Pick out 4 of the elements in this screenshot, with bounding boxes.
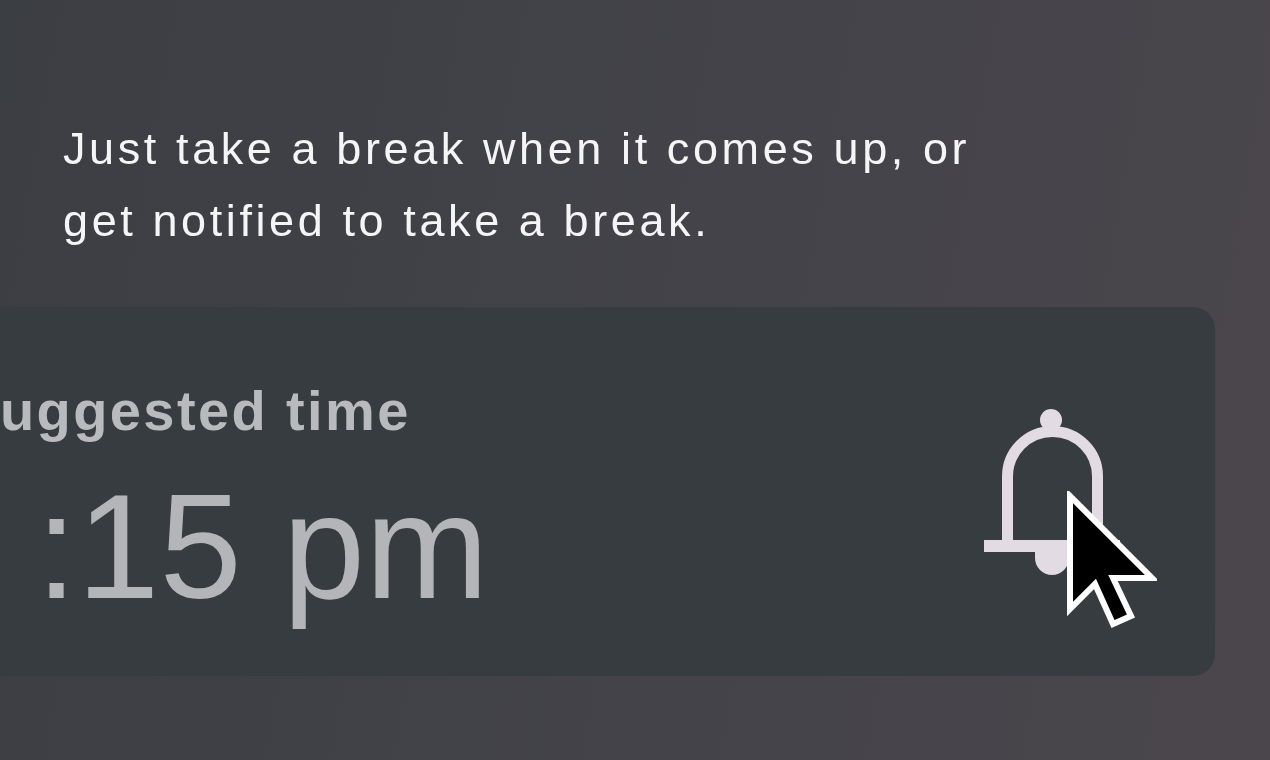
suggested-time-label: uggested time <box>0 379 411 443</box>
suggested-time-value: :15 pm <box>36 463 489 631</box>
message-text: Just take a break when it comes up, or get notified to take a break. <box>63 122 972 248</box>
cursor-icon <box>1065 490 1157 631</box>
